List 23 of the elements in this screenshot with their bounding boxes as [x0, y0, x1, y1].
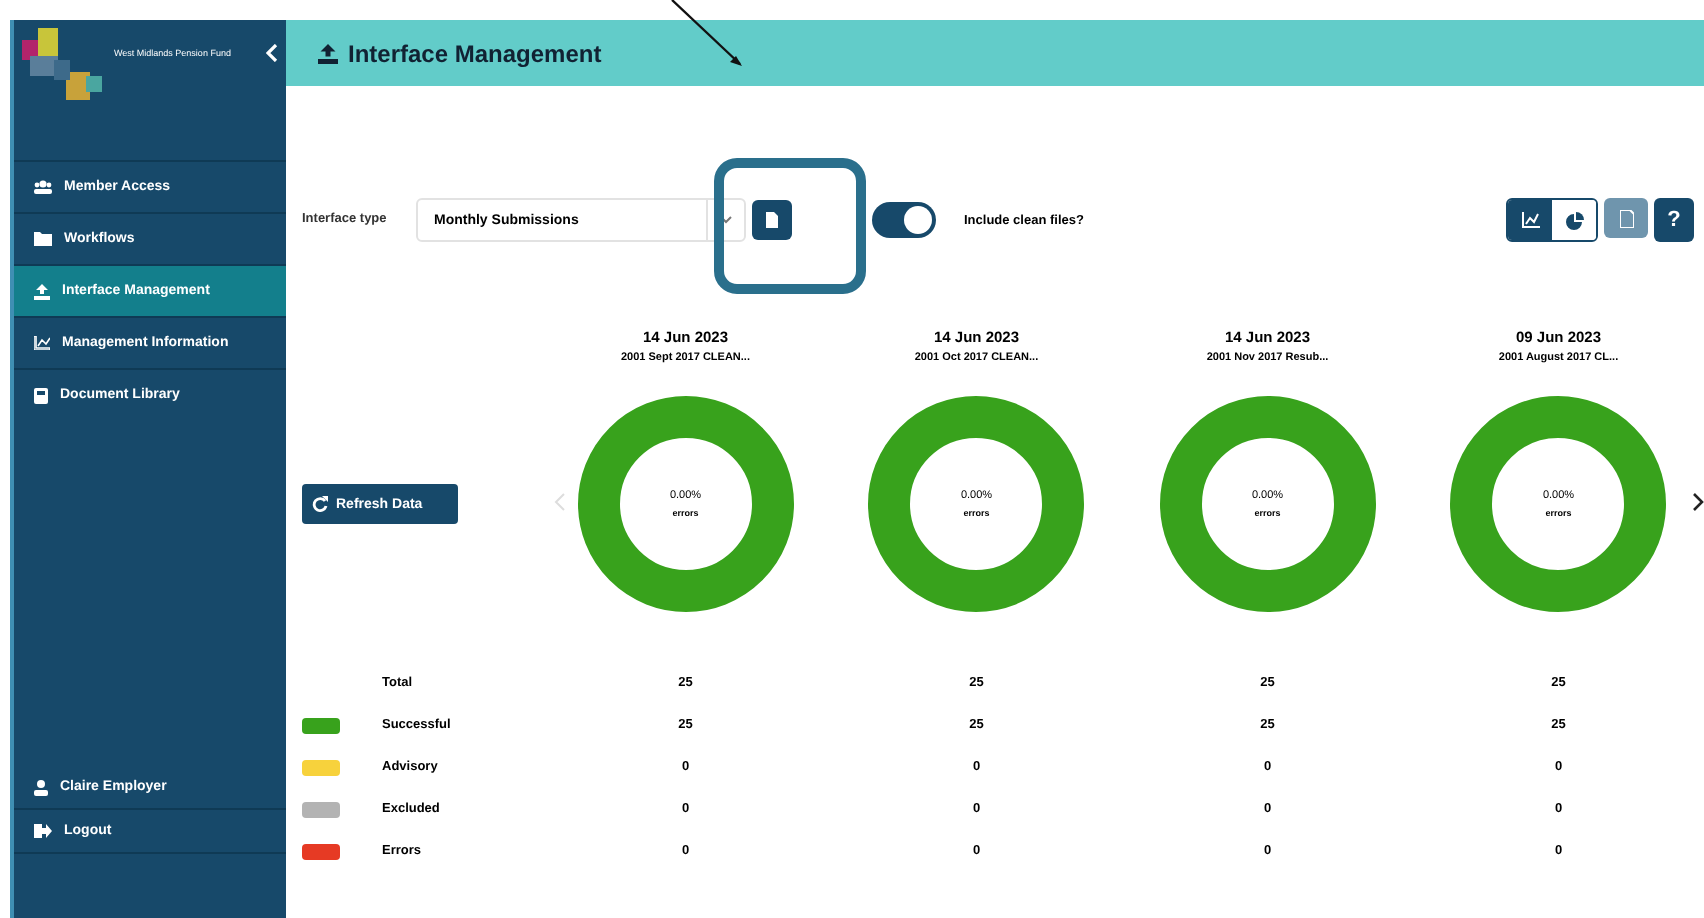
- refresh-icon: [312, 496, 328, 512]
- logout-icon: [34, 824, 52, 838]
- view-button[interactable]: [1508, 200, 1552, 240]
- users-icon: [34, 180, 52, 194]
- page-title: Interface Management: [348, 39, 602, 67]
- logo-icon: [18, 28, 106, 104]
- toggle-switch[interactable]: [872, 202, 936, 238]
- document-button[interactable]: [752, 200, 792, 240]
- pointer-arrow: [668, 0, 748, 72]
- chart-icon: [34, 336, 50, 350]
- document-icon: [1619, 209, 1633, 227]
- user-icon: [34, 779, 48, 795]
- help-button[interactable]: ?: [1654, 198, 1694, 242]
- next-button[interactable]: [1688, 488, 1704, 516]
- folder-icon: [34, 232, 52, 246]
- upload-icon: [318, 43, 338, 63]
- book-icon: [34, 387, 48, 403]
- upload-icon: [34, 283, 50, 299]
- pie-chart-icon: [1565, 211, 1583, 229]
- chart-icon: [1521, 212, 1539, 228]
- collapse-icon[interactable]: [266, 44, 278, 62]
- document-icon: [766, 212, 778, 228]
- caret-icon: [720, 216, 732, 224]
